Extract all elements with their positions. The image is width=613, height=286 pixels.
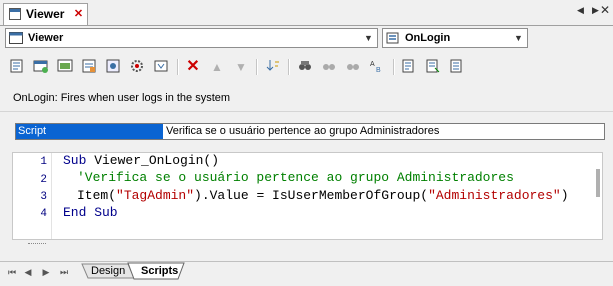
code-text: Item( [77, 188, 117, 203]
event-selector[interactable]: OnLogin ▼ [382, 28, 528, 48]
event-script-description[interactable]: Verifica se o usuário pertence ao grupo … [166, 124, 439, 139]
code-editor[interactable]: 1 2 3 4 Sub Viewer_OnLogin() 'Verifica s… [12, 152, 603, 240]
new-script-icon[interactable] [8, 58, 26, 76]
insert-screen-icon[interactable] [56, 58, 74, 76]
svg-text:A: A [370, 61, 375, 68]
comment-lines-icon[interactable] [400, 58, 418, 76]
line-number: 1 [40, 156, 47, 168]
event-selector-value: OnLogin [405, 32, 451, 44]
code-string: "Administradores" [428, 188, 561, 203]
event-script-row[interactable]: Script Verifica se o usuário pertence ao… [15, 123, 605, 140]
object-selector[interactable]: Viewer ▼ [5, 28, 378, 48]
next-tab-icon[interactable]: ▶ [40, 266, 52, 278]
code-text: Viewer_OnLogin() [86, 153, 220, 168]
horizontal-scrollbar-thumb[interactable] [28, 243, 46, 246]
insert-object-icon[interactable] [32, 58, 50, 76]
line-number: 3 [40, 191, 47, 203]
toolbar-separator [177, 59, 179, 75]
toolbar-separator [393, 59, 395, 75]
window-icon [9, 8, 21, 20]
chevron-down-icon[interactable]: ▼ [511, 30, 526, 46]
find-icon[interactable] [296, 58, 314, 76]
scroll-tabs-right-icon[interactable]: ▶ [592, 5, 599, 16]
code-keyword: Sub [63, 153, 87, 168]
close-icon[interactable]: ✕ [72, 8, 85, 21]
document-tab-bar [0, 0, 613, 26]
move-up-icon[interactable]: ▲ [208, 58, 226, 76]
code-line-2[interactable]: 'Verifica se o usuário pertence ao grupo… [77, 170, 514, 185]
toolbar-separator [288, 59, 290, 75]
settings-icon[interactable] [128, 58, 146, 76]
replace-icon[interactable]: AB [368, 58, 386, 76]
last-tab-icon[interactable]: ⏭ [58, 266, 70, 278]
find-next-icon[interactable] [320, 58, 338, 76]
line-number: 2 [40, 174, 47, 186]
sort-icon[interactable] [264, 58, 282, 76]
tab-viewer-label: Viewer [26, 7, 65, 21]
window-icon [9, 32, 23, 44]
code-text: ).Value = IsUserMemberOfGroup( [194, 188, 429, 203]
code-line-1[interactable]: Sub Viewer_OnLogin() [63, 153, 219, 168]
move-down-icon[interactable]: ▼ [232, 58, 250, 76]
code-string: "TagAdmin" [116, 188, 195, 203]
tab-scripts[interactable]: Scripts [133, 263, 186, 279]
delete-icon[interactable]: ✕ [184, 58, 202, 76]
svg-text:B: B [376, 67, 381, 74]
object-selector-value: Viewer [28, 32, 64, 44]
tab-design[interactable]: Design [83, 263, 133, 279]
insert-app-icon[interactable] [152, 58, 170, 76]
code-comment: 'Verifica se o usuário pertence ao grupo… [77, 170, 514, 185]
scroll-tabs-left-icon[interactable]: ◀ [577, 5, 584, 16]
previous-tab-icon[interactable]: ◀ [22, 266, 34, 278]
code-line-3[interactable]: Item("TagAdmin").Value = IsUserMemberOfG… [77, 188, 569, 203]
code-line-4[interactable]: End Sub [63, 205, 118, 220]
code-text: ) [560, 188, 569, 203]
toolbar-separator [256, 59, 258, 75]
tab-viewer[interactable]: Viewer ✕ [3, 3, 88, 25]
line-number: 4 [40, 208, 47, 220]
gutter-divider [51, 153, 52, 239]
chevron-down-icon[interactable]: ▼ [361, 30, 376, 46]
event-icon [386, 32, 399, 44]
first-tab-icon[interactable]: ⏮ [6, 266, 18, 278]
find-previous-icon[interactable] [344, 58, 362, 76]
vertical-scrollbar-thumb[interactable] [596, 169, 600, 197]
check-syntax-icon[interactable] [448, 58, 466, 76]
code-keyword: End Sub [63, 205, 118, 220]
event-description: OnLogin: Fires when user logs in the sys… [13, 92, 231, 104]
insert-tag-icon[interactable] [80, 58, 98, 76]
uncomment-lines-icon[interactable] [424, 58, 442, 76]
divider [0, 111, 613, 112]
insert-server-icon[interactable] [104, 58, 122, 76]
close-panel-icon[interactable]: ✕ [600, 3, 610, 17]
event-script-name[interactable]: Script [16, 124, 163, 139]
